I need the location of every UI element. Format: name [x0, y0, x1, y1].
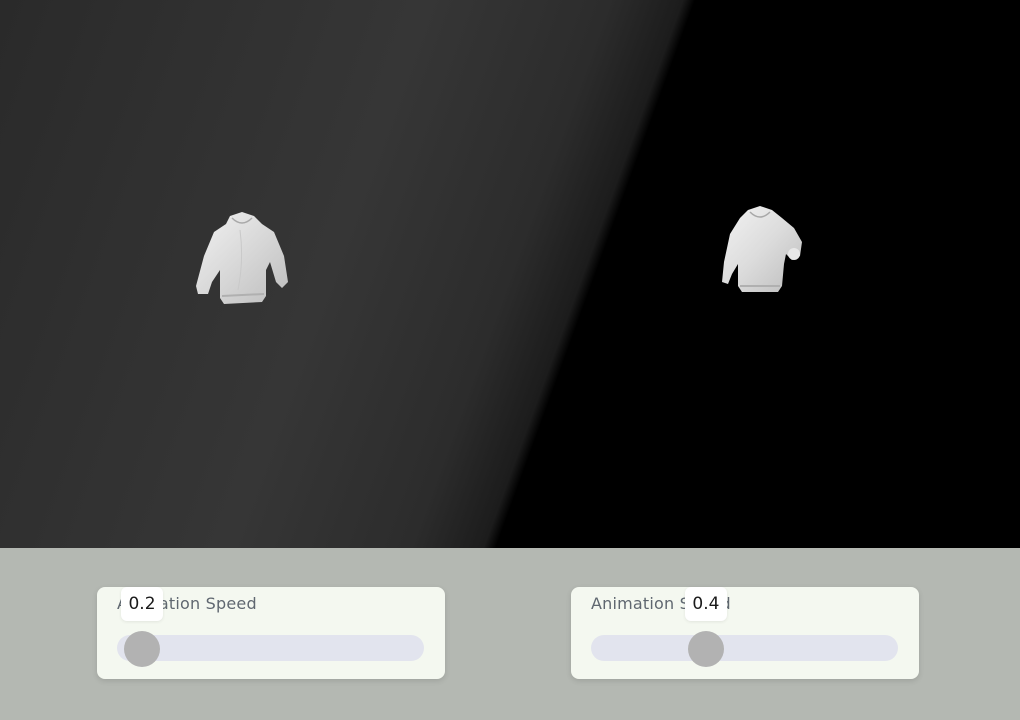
sweatshirt-model-right[interactable]	[718, 204, 806, 296]
sweatshirt-model-left[interactable]	[192, 210, 292, 308]
3d-viewport[interactable]	[0, 0, 1020, 548]
slider-thumb[interactable]	[687, 631, 724, 667]
animation-speed-card-left: Animation Speed 0.2	[97, 587, 445, 679]
slider-track[interactable]	[591, 635, 898, 661]
slider-track[interactable]	[117, 635, 424, 661]
animation-speed-card-right: Animation Speed 0.4	[571, 587, 919, 679]
slider-value-tooltip: 0.4	[684, 587, 727, 621]
slider-value-tooltip: 0.2	[121, 587, 163, 621]
slider-thumb[interactable]	[124, 631, 160, 667]
